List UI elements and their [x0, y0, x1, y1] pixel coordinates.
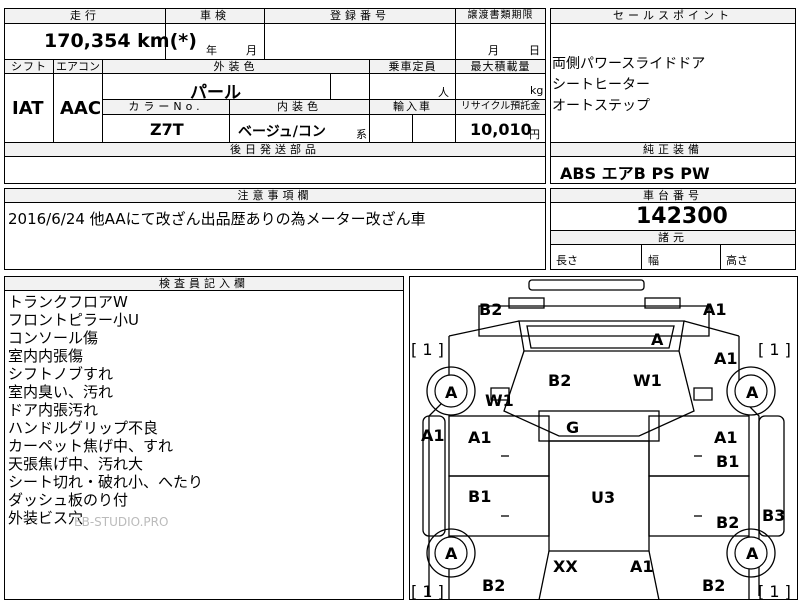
damage-mark: B2 [548, 371, 572, 390]
shift-label: シフト [4, 59, 54, 74]
recycle-label: リサイクル預託金 [455, 99, 546, 115]
width-label: 幅 [648, 254, 659, 267]
divider [264, 8, 265, 60]
sales-point-item: オートステップ [552, 98, 650, 114]
chassis-label: 車台番号 [550, 188, 796, 203]
length-label: 長さ [556, 254, 578, 267]
interior-color-label: 内装色 [229, 99, 370, 115]
inspector-note: シート切れ・破れ小、へたり [8, 473, 204, 491]
damage-mark: [ 1 ] [758, 340, 791, 359]
height-label: 高さ [726, 254, 748, 267]
damage-mark: [ 1 ] [758, 582, 791, 601]
dimensions-label: 諸元 [550, 230, 796, 245]
damage-mark: W1 [633, 371, 662, 390]
aircon-value: AAC [60, 98, 102, 119]
damage-mark: B2 [482, 576, 506, 595]
watermark: EB-STUDIO.PRO [74, 515, 169, 529]
damage-mark: A [746, 544, 759, 563]
damage-mark: A1 [421, 426, 445, 445]
chassis-value: 142300 [636, 204, 728, 229]
transfer-deadline-label: 譲渡書類期限 [455, 8, 546, 24]
damage-mark: A1 [468, 428, 492, 447]
notes-label: 注意事項欄 [4, 188, 546, 203]
recycle-unit: 円 [529, 128, 540, 141]
shift-value: IAT [12, 98, 44, 119]
inspector-note: トランクフロアW [8, 293, 128, 311]
interior-color-suffix: 系 [356, 128, 367, 141]
divider [641, 245, 642, 270]
damage-mark: B2 [716, 513, 740, 532]
damage-mark: A [746, 383, 759, 402]
sales-points-label: セールスポイント [550, 8, 796, 24]
damage-mark: W1 [485, 391, 514, 410]
inspector-note: 室内内張傷 [8, 347, 84, 365]
damage-mark: XX [553, 557, 578, 576]
mileage-label: 走行 [4, 8, 166, 24]
aircon-label: エアコン [53, 59, 103, 74]
damage-mark: B1 [716, 452, 740, 471]
shaken-year: 年 [206, 44, 217, 57]
sales-point-item: シートヒーター [552, 77, 650, 93]
inspector-note: フロントピラー小U [8, 311, 139, 329]
notes-text: 2016/6/24 他AAにて改ざん出品歴ありの為メーター改ざん車 [8, 210, 426, 228]
inspector-note: 室内臭い、汚れ [8, 383, 114, 401]
recycle-fee-value: 10,010 [470, 120, 532, 139]
damage-mark: A [445, 383, 458, 402]
divider [330, 74, 331, 100]
damage-mark: B2 [702, 576, 726, 595]
inspector-note: 天張焦げ中、汚れ大 [8, 455, 144, 473]
mileage-value: 170,354 km(*) [44, 30, 197, 52]
sales-point-item: 両側パワースライドドア [552, 56, 706, 72]
damage-mark: A [445, 544, 458, 563]
import-label: 輸入車 [369, 99, 456, 115]
damage-mark: A [651, 330, 664, 349]
damage-mark: A1 [714, 349, 738, 368]
capacity-label: 乗車定員 [369, 59, 456, 74]
divider [165, 8, 166, 60]
registration-label: 登録番号 [264, 8, 456, 24]
damage-mark: A1 [714, 428, 738, 447]
standard-equipment-value: ABS エアB PS PW [560, 164, 710, 183]
inspector-note: シフトノブすれ [8, 365, 114, 383]
transfer-month: 月 [488, 44, 499, 57]
max-load-label: 最大積載量 [455, 59, 546, 74]
standard-equipment-label: 純正装備 [550, 142, 796, 157]
inspector-label: 検査員記入欄 [4, 276, 404, 291]
interior-color-value: ベージュ/コン [238, 124, 326, 140]
damage-mark: B1 [468, 487, 492, 506]
damage-mark: B2 [479, 300, 503, 319]
inspector-note: ハンドルグリップ不良 [8, 419, 159, 437]
damage-mark: A1 [703, 300, 727, 319]
divider [455, 8, 456, 60]
damage-mark: U3 [591, 488, 616, 507]
inspector-note: ドア内張汚れ [8, 401, 99, 419]
damage-mark: A1 [630, 557, 654, 576]
inspector-notes-list: トランクフロアW フロントピラー小U コンソール傷 室内内張傷 シフトノブすれ … [8, 293, 203, 527]
inspector-note: ダッシュ板のり付 [8, 491, 129, 509]
later-parts-label: 後日発送部品 [4, 142, 546, 157]
color-no-value: Z7T [150, 120, 184, 139]
transfer-day: 日 [529, 44, 540, 57]
damage-mark: G [566, 418, 580, 437]
divider [720, 245, 721, 270]
shaken-label: 車検 [165, 8, 265, 24]
inspector-note: カーペット焦げ中、すれ [8, 437, 174, 455]
color-no-label: カラーNo. [102, 99, 230, 115]
inspector-note: コンソール傷 [8, 329, 99, 347]
max-load-unit: kg [530, 84, 544, 97]
damage-mark: B3 [762, 506, 786, 525]
capacity-unit: 人 [438, 86, 449, 99]
exterior-color-label: 外装色 [102, 59, 370, 74]
shaken-month: 月 [246, 44, 257, 57]
damage-mark: [ 1 ] [411, 340, 444, 359]
damage-mark: [ 1 ] [411, 582, 444, 601]
